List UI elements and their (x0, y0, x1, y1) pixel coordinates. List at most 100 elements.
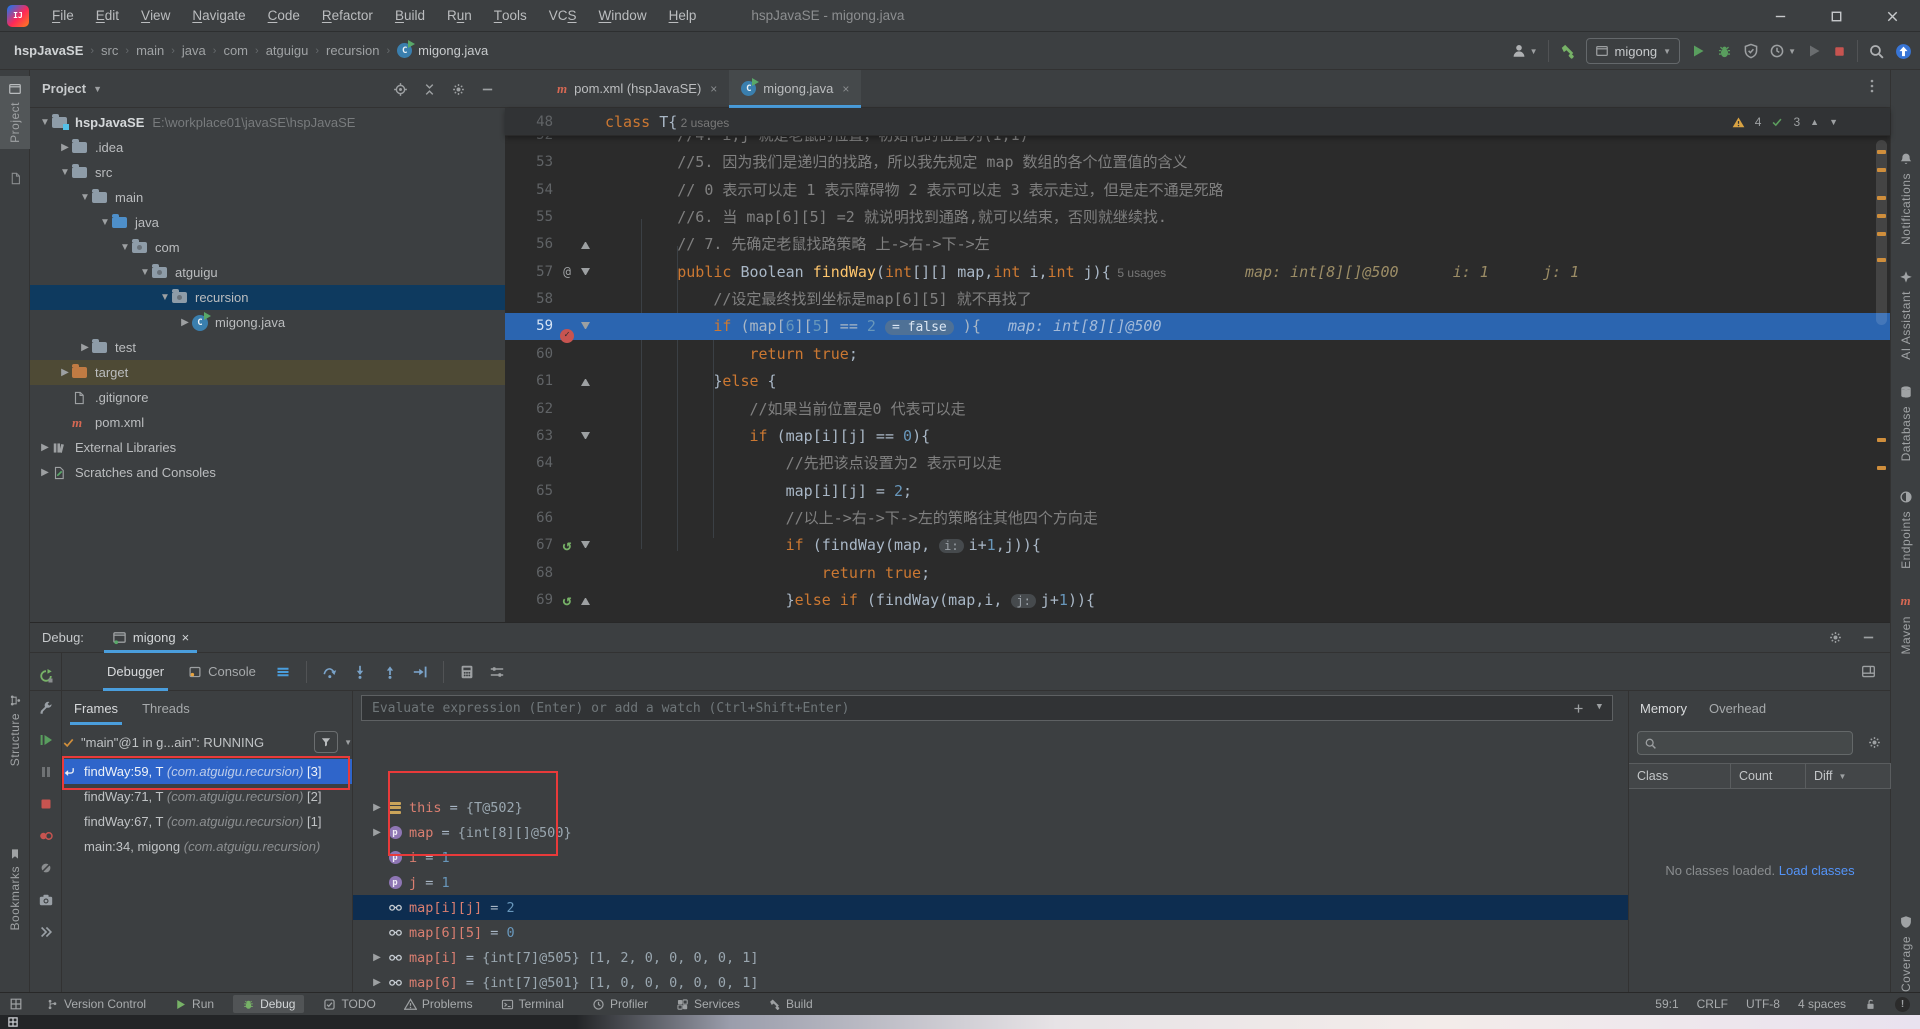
menu-navigate[interactable]: Navigate (181, 0, 256, 32)
layout-settings-button[interactable] (1861, 664, 1876, 679)
menu-refactor[interactable]: Refactor (311, 0, 384, 32)
close-button[interactable] (1864, 0, 1920, 32)
caret-position[interactable]: 59:1 (1655, 997, 1678, 1011)
variable-row-mapij[interactable]: map[i][j] = 2 (353, 895, 1629, 920)
debug-session-tab[interactable]: migong × (103, 623, 198, 653)
variable-row-mapi[interactable]: ▶ map[i] = {int[7]@505} [1, 2, 0, 0, 0, 0… (353, 945, 1629, 970)
tree-item--idea[interactable]: ▶ .idea (30, 135, 505, 160)
code-line-65[interactable]: 65 map[i][j] = 2; (505, 478, 1890, 505)
tree-item-com[interactable]: ▼ com (30, 235, 505, 260)
wrench-button[interactable] (30, 695, 62, 721)
tree-item-main[interactable]: ▼ main (30, 185, 505, 210)
tree-expand-icon[interactable]: ▼ (38, 117, 52, 128)
coverage-button-icon[interactable] (1743, 43, 1759, 59)
menu-build[interactable]: Build (384, 0, 436, 32)
build-hammer-icon[interactable] (1559, 43, 1576, 60)
close-icon[interactable]: × (182, 630, 190, 645)
run-to-cursor-button[interactable] (405, 664, 435, 680)
right-strip-endpoints[interactable]: Endpoints (1891, 490, 1920, 569)
status-item-debug[interactable]: Debug (233, 995, 305, 1013)
variable-row-j[interactable]: pj = 1 (353, 870, 1629, 895)
debug-tab-console[interactable]: Console (176, 653, 268, 691)
settings-gear-icon[interactable] (1867, 735, 1882, 750)
code-area[interactable]: 52 //4. i,j 就是老鼠的位置，初始化的位置为(1,1)53 //5. … (505, 136, 1890, 622)
tree-expand-icon[interactable]: ▼ (58, 167, 72, 178)
status-item-build[interactable]: Build (759, 995, 822, 1013)
code-line-57[interactable]: 57 @ public Boolean findWay(int[][] map,i… (505, 259, 1890, 286)
taskbar-window-icon[interactable] (7, 1016, 19, 1028)
status-item-todo[interactable]: TODO (314, 995, 384, 1013)
editor-tab-pom-xml[interactable]: m pom.xml (hspJavaSE) × (545, 70, 729, 107)
inspections-widget[interactable]: 4 3 ▲ ▼ (1732, 108, 1838, 136)
plus-icon[interactable] (1572, 702, 1585, 715)
settings-gear-icon[interactable] (1828, 630, 1843, 645)
chevron-down-icon[interactable]: ▼ (1829, 117, 1838, 127)
resume-button[interactable] (30, 727, 62, 753)
tree-expand-icon[interactable]: ▶ (38, 467, 52, 478)
chevron-down-icon[interactable]: ▼ (1597, 702, 1602, 715)
right-strip-notifications[interactable]: Notifications (1891, 152, 1920, 245)
notification-indicator[interactable]: ! (1895, 996, 1910, 1012)
tree-item--gitignore[interactable]: .gitignore (30, 385, 505, 410)
tree-expand-icon[interactable]: ▼ (78, 192, 92, 203)
code-line-68[interactable]: 68 return true; (505, 560, 1890, 587)
menu-help[interactable]: Help (658, 0, 708, 32)
sidebar-tab-project[interactable]: Project (0, 76, 30, 149)
fold-collapsed-icon[interactable] (581, 596, 590, 605)
collapse-all-icon[interactable] (422, 82, 437, 97)
more-button[interactable] (30, 919, 62, 945)
rerun-button[interactable] (30, 663, 62, 689)
tree-expand-icon[interactable]: ▼ (118, 242, 132, 253)
view-breakpoints-button[interactable] (30, 823, 62, 849)
encoding[interactable]: UTF-8 (1746, 997, 1780, 1011)
breadcrumb-item[interactable]: com (223, 43, 248, 58)
chevron-up-icon[interactable]: ▲ (1810, 117, 1819, 127)
menu-run[interactable]: Run (436, 0, 483, 32)
debug-tab-debugger[interactable]: Debugger (95, 653, 176, 691)
tree-item-src[interactable]: ▼ src (30, 160, 505, 185)
code-line-54[interactable]: 54 // 0 表示可以走 1 表示障碍物 2 表示可以走 3 表示走过，但是走… (505, 177, 1890, 204)
step-out-button[interactable] (375, 664, 405, 680)
tree-item-test[interactable]: ▶ test (30, 335, 505, 360)
code-line-59[interactable]: 59 ✓ if (map[6][5] == 2 = false ){ map: i… (505, 313, 1890, 343)
var-expand-icon[interactable]: ▶ (369, 802, 385, 813)
search-everywhere-button-icon[interactable] (1868, 43, 1885, 60)
menu-edit[interactable]: Edit (85, 0, 130, 32)
close-icon[interactable]: × (710, 82, 717, 96)
code-line-55[interactable]: 55 //6. 当 map[6][5] =2 就说明找到通路,就可以结束，否则就… (505, 204, 1890, 231)
load-classes-link[interactable]: Load classes (1779, 863, 1855, 878)
hide-icon[interactable] (480, 82, 495, 97)
ide-update-icon[interactable] (1895, 43, 1912, 60)
step-into-button[interactable] (345, 664, 375, 680)
stop-button-icon[interactable] (1832, 44, 1847, 59)
run-button-icon[interactable] (1690, 43, 1706, 59)
memory-search-field[interactable] (1637, 731, 1853, 755)
fold-collapsed-icon[interactable] (581, 240, 590, 250)
project-panel-title[interactable]: Project (42, 81, 86, 96)
tree-item-java[interactable]: ▼ java (30, 210, 505, 235)
tree-item-atguigu[interactable]: ▼ atguigu (30, 260, 505, 285)
sliders-button[interactable] (482, 664, 512, 680)
run-disabled-button-icon[interactable] (1806, 43, 1822, 59)
debug-button-icon[interactable] (1716, 43, 1733, 60)
sidebar-tab-structure[interactable]: Structure (0, 688, 30, 772)
frame-row[interactable]: findWay:67, T (com.atguigu.recursion) [1… (62, 809, 352, 834)
code-line-61[interactable]: 61 }else { (505, 368, 1890, 395)
var-expand-icon[interactable]: ▶ (369, 827, 385, 838)
frame-row[interactable]: findWay:71, T (com.atguigu.recursion) [2… (62, 784, 352, 809)
status-item-run[interactable]: Run (165, 995, 223, 1013)
frames-tab-frames[interactable]: Frames (62, 691, 130, 725)
menu-button[interactable] (268, 664, 298, 680)
breadcrumb-item[interactable]: src (101, 43, 118, 58)
breadcrumb-item[interactable]: atguigu (266, 43, 309, 58)
tree-expand-icon[interactable]: ▶ (38, 442, 52, 453)
breadcrumb-item[interactable]: hspJavaSE (14, 43, 83, 58)
frame-row[interactable]: findWay:59, T (com.atguigu.recursion) [3… (62, 759, 352, 784)
evaluate-expression-input[interactable]: Evaluate expression (Enter) or add a wat… (361, 695, 1613, 721)
code-line-63[interactable]: 63 if (map[i][j] == 0){ (505, 423, 1890, 450)
tree-expand-icon[interactable]: ▼ (138, 267, 152, 278)
fold-expanded-icon[interactable] (581, 267, 590, 277)
filter-button[interactable] (314, 731, 339, 753)
profiler-button[interactable]: ▼ (1769, 43, 1796, 59)
code-line-64[interactable]: 64 //先把该点设置为2 表示可以走 (505, 450, 1890, 477)
